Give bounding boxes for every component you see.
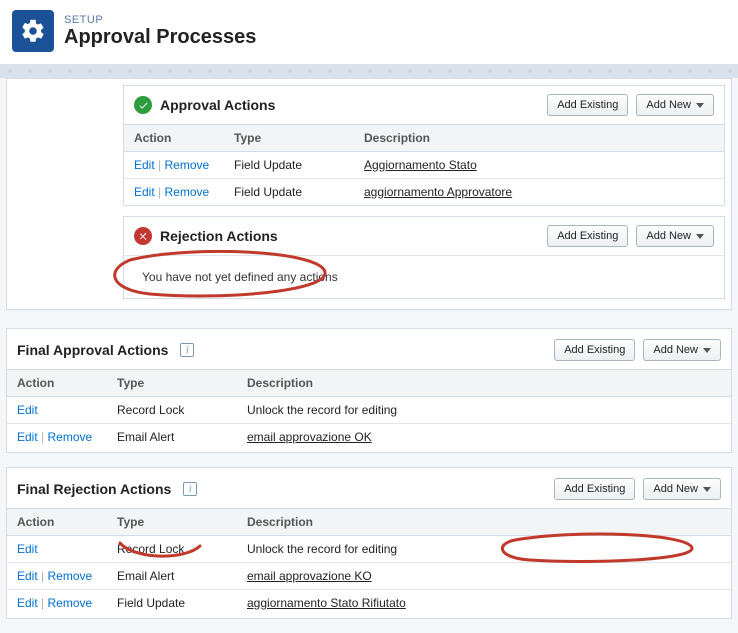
edit-link[interactable]: Edit xyxy=(17,596,38,610)
add-existing-button[interactable]: Add Existing xyxy=(554,478,635,500)
final-rejection-table: Action Type Description Edit Record Lock… xyxy=(7,508,731,616)
table-row: Edit | Remove Field Update aggiornamento… xyxy=(124,179,724,206)
type-cell: Field Update xyxy=(107,590,237,617)
col-type: Type xyxy=(224,125,354,152)
final-rejection-section: Final Rejection Actions i Add Existing A… xyxy=(6,467,732,619)
approval-actions-section: Approval Actions Add Existing Add New Ac… xyxy=(123,85,725,206)
gear-icon xyxy=(12,10,54,52)
chevron-down-icon xyxy=(703,348,711,353)
info-icon[interactable]: i xyxy=(183,482,197,496)
add-new-button[interactable]: Add New xyxy=(636,225,714,247)
chevron-down-icon xyxy=(696,103,704,108)
final-approval-section: Final Approval Actions i Add Existing Ad… xyxy=(6,328,732,453)
remove-link[interactable]: Remove xyxy=(48,569,93,583)
empty-message: You have not yet defined any actions xyxy=(124,255,724,298)
description-link[interactable]: aggiornamento Approvatore xyxy=(364,185,512,199)
add-existing-button[interactable]: Add Existing xyxy=(547,94,628,116)
edit-link[interactable]: Edit xyxy=(134,158,155,172)
add-new-button[interactable]: Add New xyxy=(643,478,721,500)
table-row: Edit | Remove Field Update aggiornamento… xyxy=(7,590,731,617)
add-existing-button[interactable]: Add Existing xyxy=(547,225,628,247)
col-description: Description xyxy=(354,125,724,152)
table-row: Edit | Remove Email Alert email approvaz… xyxy=(7,563,731,590)
edit-link[interactable]: Edit xyxy=(17,403,38,417)
col-type: Type xyxy=(107,370,237,397)
add-new-button[interactable]: Add New xyxy=(636,94,714,116)
description-cell: Unlock the record for editing xyxy=(237,536,731,563)
page-title: Approval Processes xyxy=(64,26,256,49)
col-type: Type xyxy=(107,509,237,536)
table-row: Edit Record Lock Unlock the record for e… xyxy=(7,397,731,424)
col-action: Action xyxy=(7,370,107,397)
final-approval-table: Action Type Description Edit Record Lock… xyxy=(7,369,731,450)
remove-link[interactable]: Remove xyxy=(48,596,93,610)
edit-link[interactable]: Edit xyxy=(17,569,38,583)
table-row: Edit | Remove Field Update Aggiornamento… xyxy=(124,152,724,179)
x-icon xyxy=(134,227,152,245)
description-link[interactable]: email approvazione OK xyxy=(247,430,372,444)
table-row: Edit | Remove Email Alert email approvaz… xyxy=(7,424,731,451)
table-row: Edit Record Lock Unlock the record for e… xyxy=(7,536,731,563)
remove-link[interactable]: Remove xyxy=(165,185,210,199)
info-icon[interactable]: i xyxy=(180,343,194,357)
section-title: Approval Actions xyxy=(160,97,275,113)
eyebrow: SETUP xyxy=(64,14,256,26)
description-link[interactable]: Aggiornamento Stato xyxy=(364,158,477,172)
page-header: SETUP Approval Processes xyxy=(0,0,738,64)
description-link[interactable]: email approvazione KO xyxy=(247,569,372,583)
add-existing-button[interactable]: Add Existing xyxy=(554,339,635,361)
type-cell: Record Lock xyxy=(107,397,237,424)
edit-link[interactable]: Edit xyxy=(134,185,155,199)
edit-link[interactable]: Edit xyxy=(17,542,38,556)
type-cell: Record Lock xyxy=(107,536,237,563)
approval-actions-table: Action Type Description Edit | Remove Fi… xyxy=(124,124,724,205)
add-new-button[interactable]: Add New xyxy=(643,339,721,361)
col-description: Description xyxy=(237,370,731,397)
rejection-actions-section: Rejection Actions Add Existing Add New Y… xyxy=(123,216,725,299)
remove-link[interactable]: Remove xyxy=(165,158,210,172)
type-cell: Field Update xyxy=(224,152,354,179)
type-cell: Email Alert xyxy=(107,563,237,590)
chevron-down-icon xyxy=(696,234,704,239)
edit-link[interactable]: Edit xyxy=(17,430,38,444)
step-panel: Approval Actions Add Existing Add New Ac… xyxy=(6,78,732,310)
col-description: Description xyxy=(237,509,731,536)
description-cell: Unlock the record for editing xyxy=(237,397,731,424)
check-icon xyxy=(134,96,152,114)
description-link[interactable]: aggiornamento Stato Rifiutato xyxy=(247,596,406,610)
decor-band xyxy=(0,64,738,78)
remove-link[interactable]: Remove xyxy=(48,430,93,444)
type-cell: Email Alert xyxy=(107,424,237,451)
col-action: Action xyxy=(7,509,107,536)
section-title: Final Rejection Actions xyxy=(17,481,171,497)
col-action: Action xyxy=(124,125,224,152)
section-title: Rejection Actions xyxy=(160,228,278,244)
type-cell: Field Update xyxy=(224,179,354,206)
chevron-down-icon xyxy=(703,487,711,492)
section-title: Final Approval Actions xyxy=(17,342,168,358)
